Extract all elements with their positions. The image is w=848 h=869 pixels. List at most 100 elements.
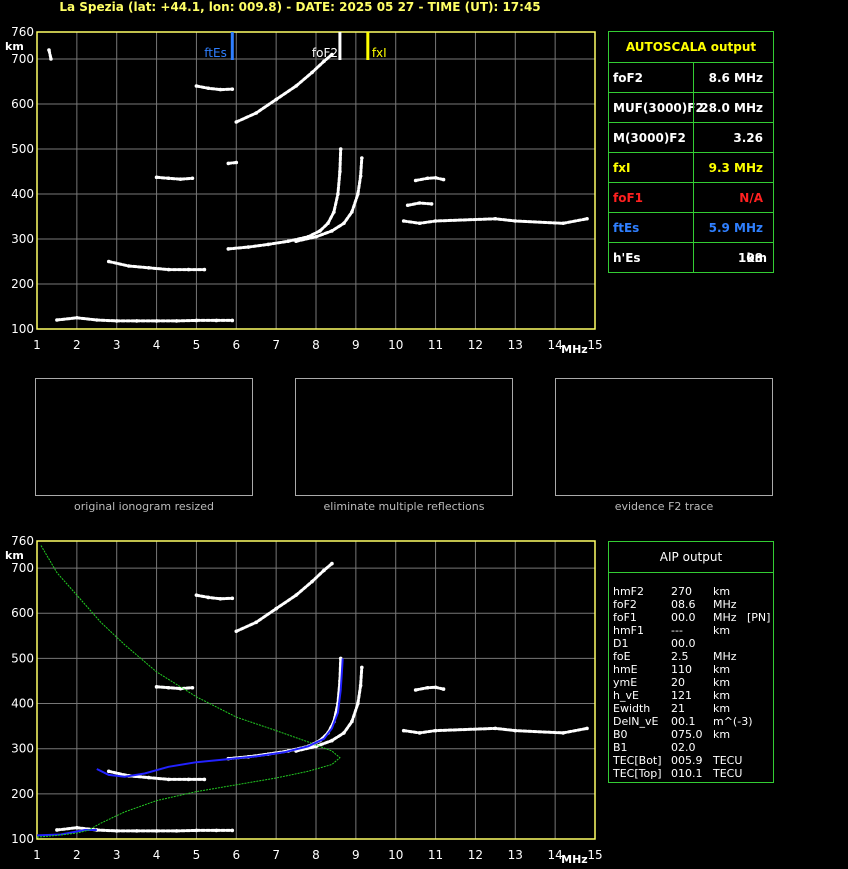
thumbnail-eliminate-multiple xyxy=(295,378,513,496)
autoscala-row: foF1 N/A xyxy=(609,182,773,213)
autoscala-row: h'Es 108 km xyxy=(609,242,773,273)
aip-row: D1 00.0 xyxy=(613,637,771,650)
aip-param-name: foF2 xyxy=(613,598,637,611)
lower-km-label: km xyxy=(5,549,24,562)
aip-param-name: ymE xyxy=(613,676,638,689)
aip-row: DelN_vE 00.1 m^(-3) xyxy=(613,715,771,728)
aip-param-value: 005.9 xyxy=(671,754,703,767)
autoscala-separator xyxy=(693,243,694,273)
aip-param-value: 20 xyxy=(671,676,685,689)
upper-x-tick-label: 1 xyxy=(33,338,41,352)
lower-y-tick-label: 200 xyxy=(11,787,34,801)
autoscala-row: M(3000)F2 3.26 xyxy=(609,122,773,153)
marker-ftes-label: ftEs xyxy=(204,46,227,60)
upper-trace-line xyxy=(155,175,194,181)
lower-trace-line xyxy=(414,685,445,692)
upper-x-tick-label: 9 xyxy=(352,338,360,352)
marker-fof2-label: foF2 xyxy=(312,46,338,60)
autoscala-param-label: M(3000)F2 xyxy=(613,131,686,145)
upper-x-tick-label: 2 xyxy=(73,338,81,352)
aip-param-name: foF1 xyxy=(613,611,637,624)
autoscala-separator xyxy=(693,183,694,213)
upper-y-tick-label: 300 xyxy=(11,232,34,246)
aip-param-value: 21 xyxy=(671,702,685,715)
upper-x-tick-label: 8 xyxy=(312,338,320,352)
autoscala-row: MUF(3000)F2 28.0 MHz xyxy=(609,92,773,123)
aip-row: foF2 08.6 MHz xyxy=(613,598,771,611)
aip-row: TEC[Top] 010.1 TECU xyxy=(613,767,771,780)
aip-row: hmE 110 km xyxy=(613,663,771,676)
aip-param-value: 02.0 xyxy=(671,741,696,754)
autoscala-param-value: 3.26 xyxy=(733,131,763,145)
aip-param-unit: MHz xyxy=(713,650,737,663)
autoscala-param-label: h'Es xyxy=(613,251,641,265)
autoscala-param-value: 28.0 MHz xyxy=(700,101,763,115)
upper-x-tick-label: 13 xyxy=(508,338,523,352)
autoscala-param-value: N/A xyxy=(739,191,763,205)
lower-x-tick-label: 2 xyxy=(73,848,81,862)
autoscala-separator xyxy=(693,63,694,93)
lower-x-tick-label: 4 xyxy=(153,848,161,862)
upper-x-tick-label: 7 xyxy=(272,338,280,352)
aip-param-name: Ewidth xyxy=(613,702,651,715)
aip-param-value: 270 xyxy=(671,585,692,598)
aip-param-value: 010.1 xyxy=(671,767,703,780)
upper-mhz-label: MHz xyxy=(561,343,588,356)
upper-trace-line xyxy=(226,161,238,165)
aip-param-unit: km xyxy=(713,728,731,741)
lower-trace-line xyxy=(294,665,364,753)
aip-param-name: B0 xyxy=(613,728,628,741)
upper-trace-line xyxy=(294,156,364,243)
lower-y-tick-label: 600 xyxy=(11,606,34,620)
aip-param-unit: km xyxy=(713,689,731,702)
upper-y-tick-label: 500 xyxy=(11,142,34,156)
upper-x-tick-label: 3 xyxy=(113,338,121,352)
aip-row: hmF1 --- km xyxy=(613,624,771,637)
upper-x-tick-label: 15 xyxy=(587,338,602,352)
autoscala-param-unit: km xyxy=(746,251,767,265)
aip-row: TEC[Bot] 005.9 TECU xyxy=(613,754,771,767)
aip-param-value: 075.0 xyxy=(671,728,703,741)
upper-y-tick-label: 400 xyxy=(11,187,34,201)
upper-y-tick-label: 760 xyxy=(11,25,34,39)
aip-param-unit: km xyxy=(713,624,731,637)
thumbnail-evidence-f2 xyxy=(555,378,773,496)
upper-trace-line xyxy=(194,84,234,92)
upper-y-tick-label: 600 xyxy=(11,97,34,111)
autoscala-separator xyxy=(693,123,694,153)
lower-y-tick-label: 400 xyxy=(11,697,34,711)
aip-param-name: DelN_vE xyxy=(613,715,659,728)
aip-row: hmF2 270 km xyxy=(613,585,771,598)
upper-trace-line xyxy=(402,217,589,225)
thumbnail-caption-evidence: evidence F2 trace xyxy=(614,500,714,513)
aip-param-name: D1 xyxy=(613,637,629,650)
aip-row: ymE 20 km xyxy=(613,676,771,689)
aip-param-unit: km xyxy=(713,676,731,689)
lower-x-tick-label: 3 xyxy=(113,848,121,862)
upper-x-tick-label: 10 xyxy=(388,338,403,352)
upper-trace-line xyxy=(55,316,234,323)
upper-x-tick-label: 6 xyxy=(232,338,240,352)
aip-row: h_vE 121 km xyxy=(613,689,771,702)
lower-y-tick-label: 100 xyxy=(11,832,34,846)
aip-param-unit: km xyxy=(713,585,731,598)
aip-row: foE 2.5 MHz xyxy=(613,650,771,663)
autoscala-param-label: fxI xyxy=(613,161,631,175)
upper-trace-line xyxy=(234,53,334,124)
autoscala-param-label: ftEs xyxy=(613,221,640,235)
aip-param-value: 110 xyxy=(671,663,692,676)
thumbnail-original xyxy=(35,378,253,496)
thumbnail-caption-original: original ionogram resized xyxy=(74,500,214,513)
lower-x-tick-label: 5 xyxy=(193,848,201,862)
autoscala-param-label: foF2 xyxy=(613,71,644,85)
aip-param-name: foE xyxy=(613,650,631,663)
aip-param-value: 00.0 xyxy=(671,637,696,650)
upper-x-tick-label: 5 xyxy=(193,338,201,352)
lower-x-tick-label: 10 xyxy=(388,848,403,862)
upper-y-tick-label: 700 xyxy=(11,52,34,66)
lower-trace-line xyxy=(194,593,234,601)
autoscala-row: foF2 8.6 MHz xyxy=(609,62,773,93)
autoscala-param-value: 5.9 MHz xyxy=(708,221,763,235)
lower-model-curve xyxy=(36,829,97,837)
upper-y-tick-label: 100 xyxy=(11,322,34,336)
